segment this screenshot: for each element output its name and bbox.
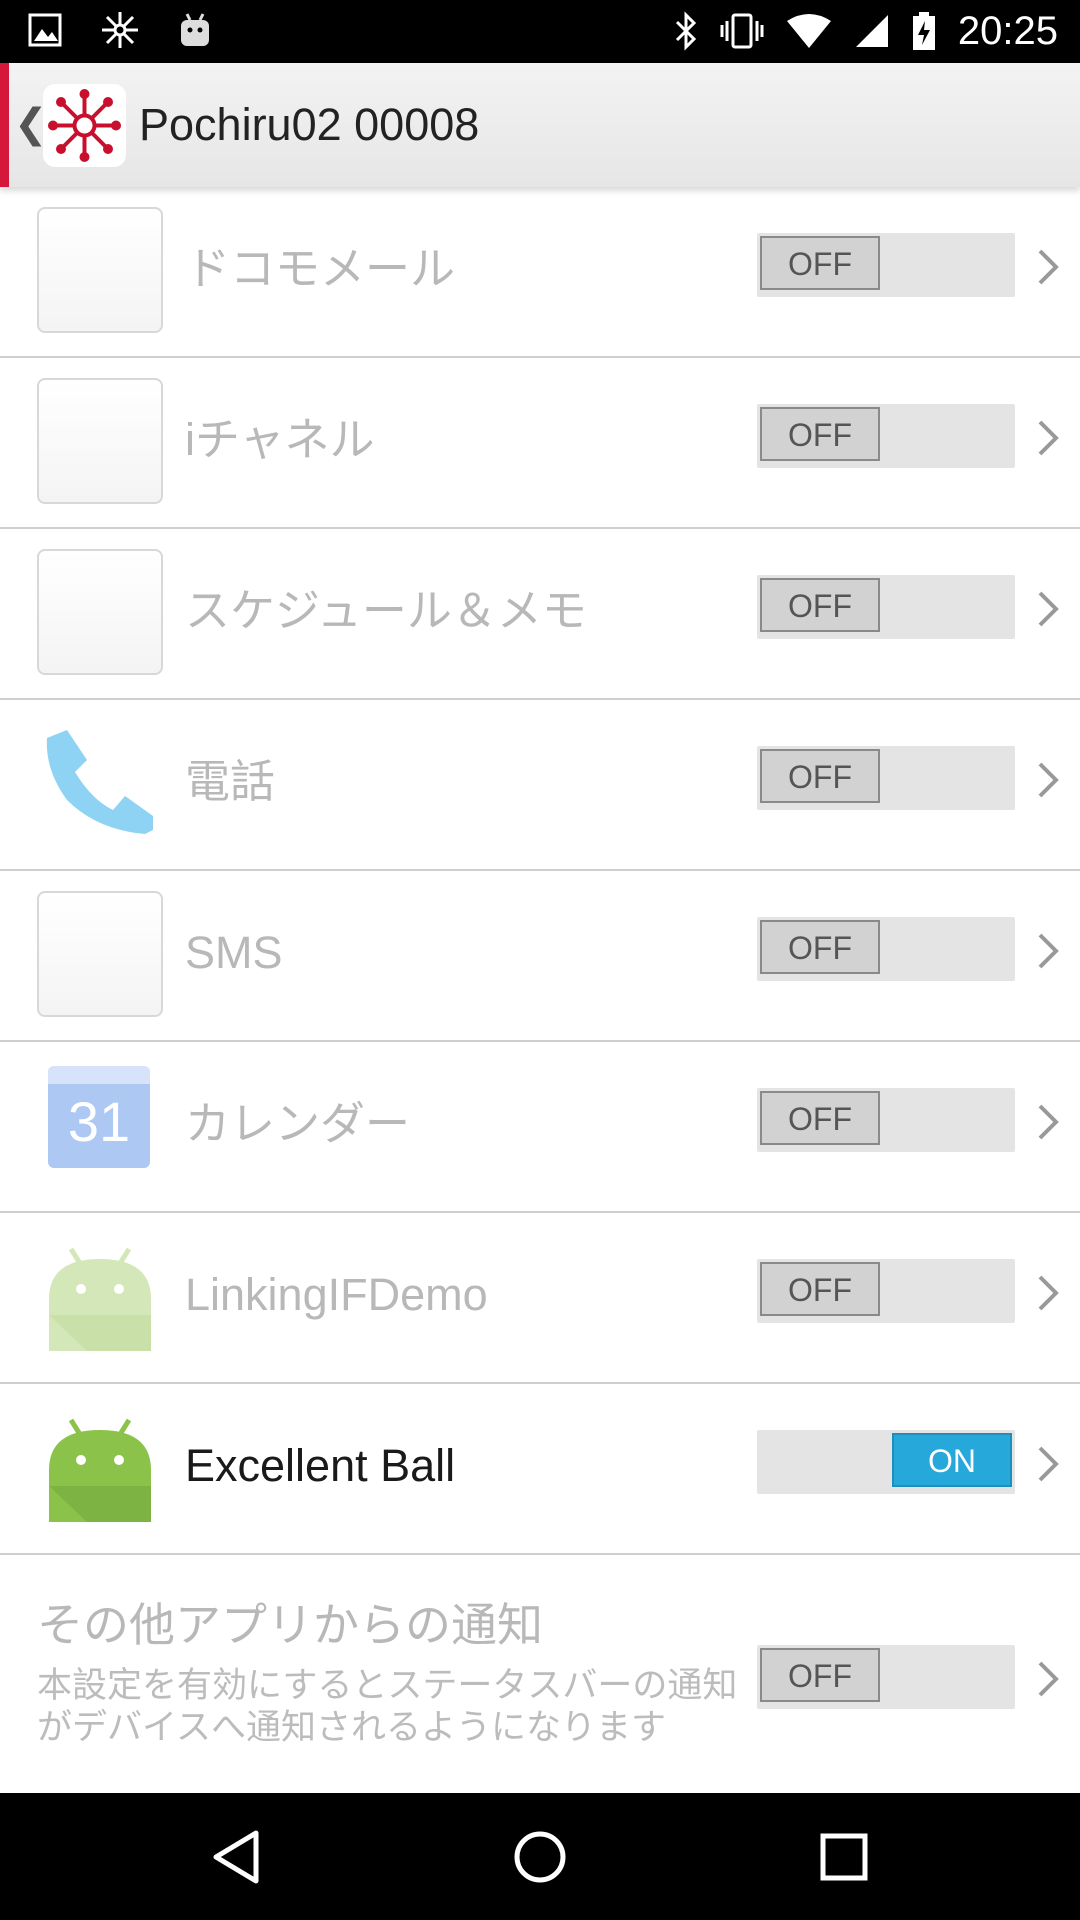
notification-toggle[interactable]: OFF [757, 404, 1015, 468]
toggle-state: OFF [760, 407, 880, 461]
placeholder-icon [37, 891, 163, 1017]
row-label: Excellent Ball [185, 1440, 456, 1491]
list-item-ichannel[interactable]: iチャネル OFF [0, 358, 1080, 529]
chevron-right-icon[interactable] [1036, 760, 1060, 800]
action-bar: ❮ Pochiru02 00008 [0, 63, 1080, 187]
chevron-right-icon[interactable] [1036, 931, 1060, 971]
accent-stripe [0, 63, 9, 187]
chevron-right-icon[interactable] [1036, 1273, 1060, 1313]
row-label: カレンダー [185, 1098, 411, 1149]
notification-toggle[interactable]: OFF [757, 1645, 1015, 1709]
vibrate-icon [720, 11, 764, 51]
android-icon [178, 12, 212, 48]
chevron-right-icon[interactable] [1036, 1444, 1060, 1484]
network-icon [100, 10, 140, 50]
status-bar: 20:25 [0, 0, 1080, 63]
molecule-logo-icon [48, 89, 121, 162]
list-item-linkingifdemo[interactable]: LinkingIFDemo OFF [0, 1213, 1080, 1384]
chevron-right-icon[interactable] [1036, 247, 1060, 287]
notification-toggle[interactable]: ON [757, 1430, 1015, 1494]
recents-icon[interactable] [814, 1827, 874, 1887]
calendar-icon: 31 [48, 1066, 152, 1170]
toggle-state: OFF [760, 1262, 880, 1316]
clock-text: 20:25 [957, 9, 1058, 53]
signal-icon [854, 13, 890, 49]
row-label: 電話 [185, 756, 276, 807]
chevron-right-icon[interactable] [1036, 589, 1060, 629]
list-item-sms[interactable]: SMS OFF [0, 871, 1080, 1042]
back-icon[interactable] [206, 1827, 266, 1887]
toggle-state: OFF [760, 749, 880, 803]
toggle-state: ON [892, 1433, 1012, 1487]
page-title: Pochiru02 00008 [139, 99, 480, 150]
row-label: スケジュール＆メモ [185, 585, 587, 636]
toggle-state: OFF [760, 236, 880, 290]
toggle-state: OFF [760, 1648, 880, 1702]
navigation-bar [0, 1793, 1080, 1920]
list-item-phone[interactable]: 電話 OFF [0, 700, 1080, 871]
list-item-schedule-memo[interactable]: スケジュール＆メモ OFF [0, 529, 1080, 700]
app-logo[interactable] [43, 84, 126, 167]
chevron-right-icon[interactable] [1036, 1659, 1060, 1699]
list-item-other-app-notifications[interactable]: その他アプリからの通知 本設定を有効にするとステータスバーの通知がデバイスへ通知… [0, 1555, 1080, 1799]
battery-icon [912, 11, 936, 51]
other-notifications-title: その他アプリからの通知 [37, 1598, 543, 1652]
row-label: SMS [185, 927, 283, 978]
row-label: LinkingIFDemo [185, 1269, 488, 1320]
android-app-icon [37, 1404, 163, 1530]
placeholder-icon [37, 549, 163, 675]
placeholder-icon [37, 207, 163, 333]
toggle-state: OFF [760, 1091, 880, 1145]
notification-toggle[interactable]: OFF [757, 233, 1015, 297]
list-item-calendar[interactable]: 31 カレンダー OFF [0, 1042, 1080, 1213]
notification-toggle[interactable]: OFF [757, 1259, 1015, 1323]
android-app-icon [37, 1233, 163, 1359]
placeholder-icon [37, 378, 163, 504]
toggle-state: OFF [760, 578, 880, 632]
wifi-icon [786, 13, 832, 49]
list-item-docomo-mail[interactable]: ドコモメール OFF [0, 187, 1080, 358]
notification-toggle[interactable]: OFF [757, 917, 1015, 981]
toggle-state: OFF [760, 920, 880, 974]
other-notifications-description: 本設定を有効にするとステータスバーの通知がデバイスへ通知されるようになります [37, 1666, 738, 1748]
chevron-right-icon[interactable] [1036, 1102, 1060, 1142]
row-label: iチャネル [185, 414, 375, 465]
notification-toggle[interactable]: OFF [757, 746, 1015, 810]
calendar-day: 31 [67, 1090, 131, 1153]
home-icon[interactable] [510, 1827, 570, 1887]
image-icon [28, 13, 62, 47]
chevron-right-icon[interactable] [1036, 418, 1060, 458]
phone-icon [37, 720, 163, 846]
bluetooth-icon [674, 11, 698, 51]
row-label: ドコモメール [185, 243, 456, 294]
notification-toggle[interactable]: OFF [757, 1088, 1015, 1152]
list-item-excellent-ball[interactable]: Excellent Ball ON [0, 1384, 1080, 1555]
notification-toggle[interactable]: OFF [757, 575, 1015, 639]
